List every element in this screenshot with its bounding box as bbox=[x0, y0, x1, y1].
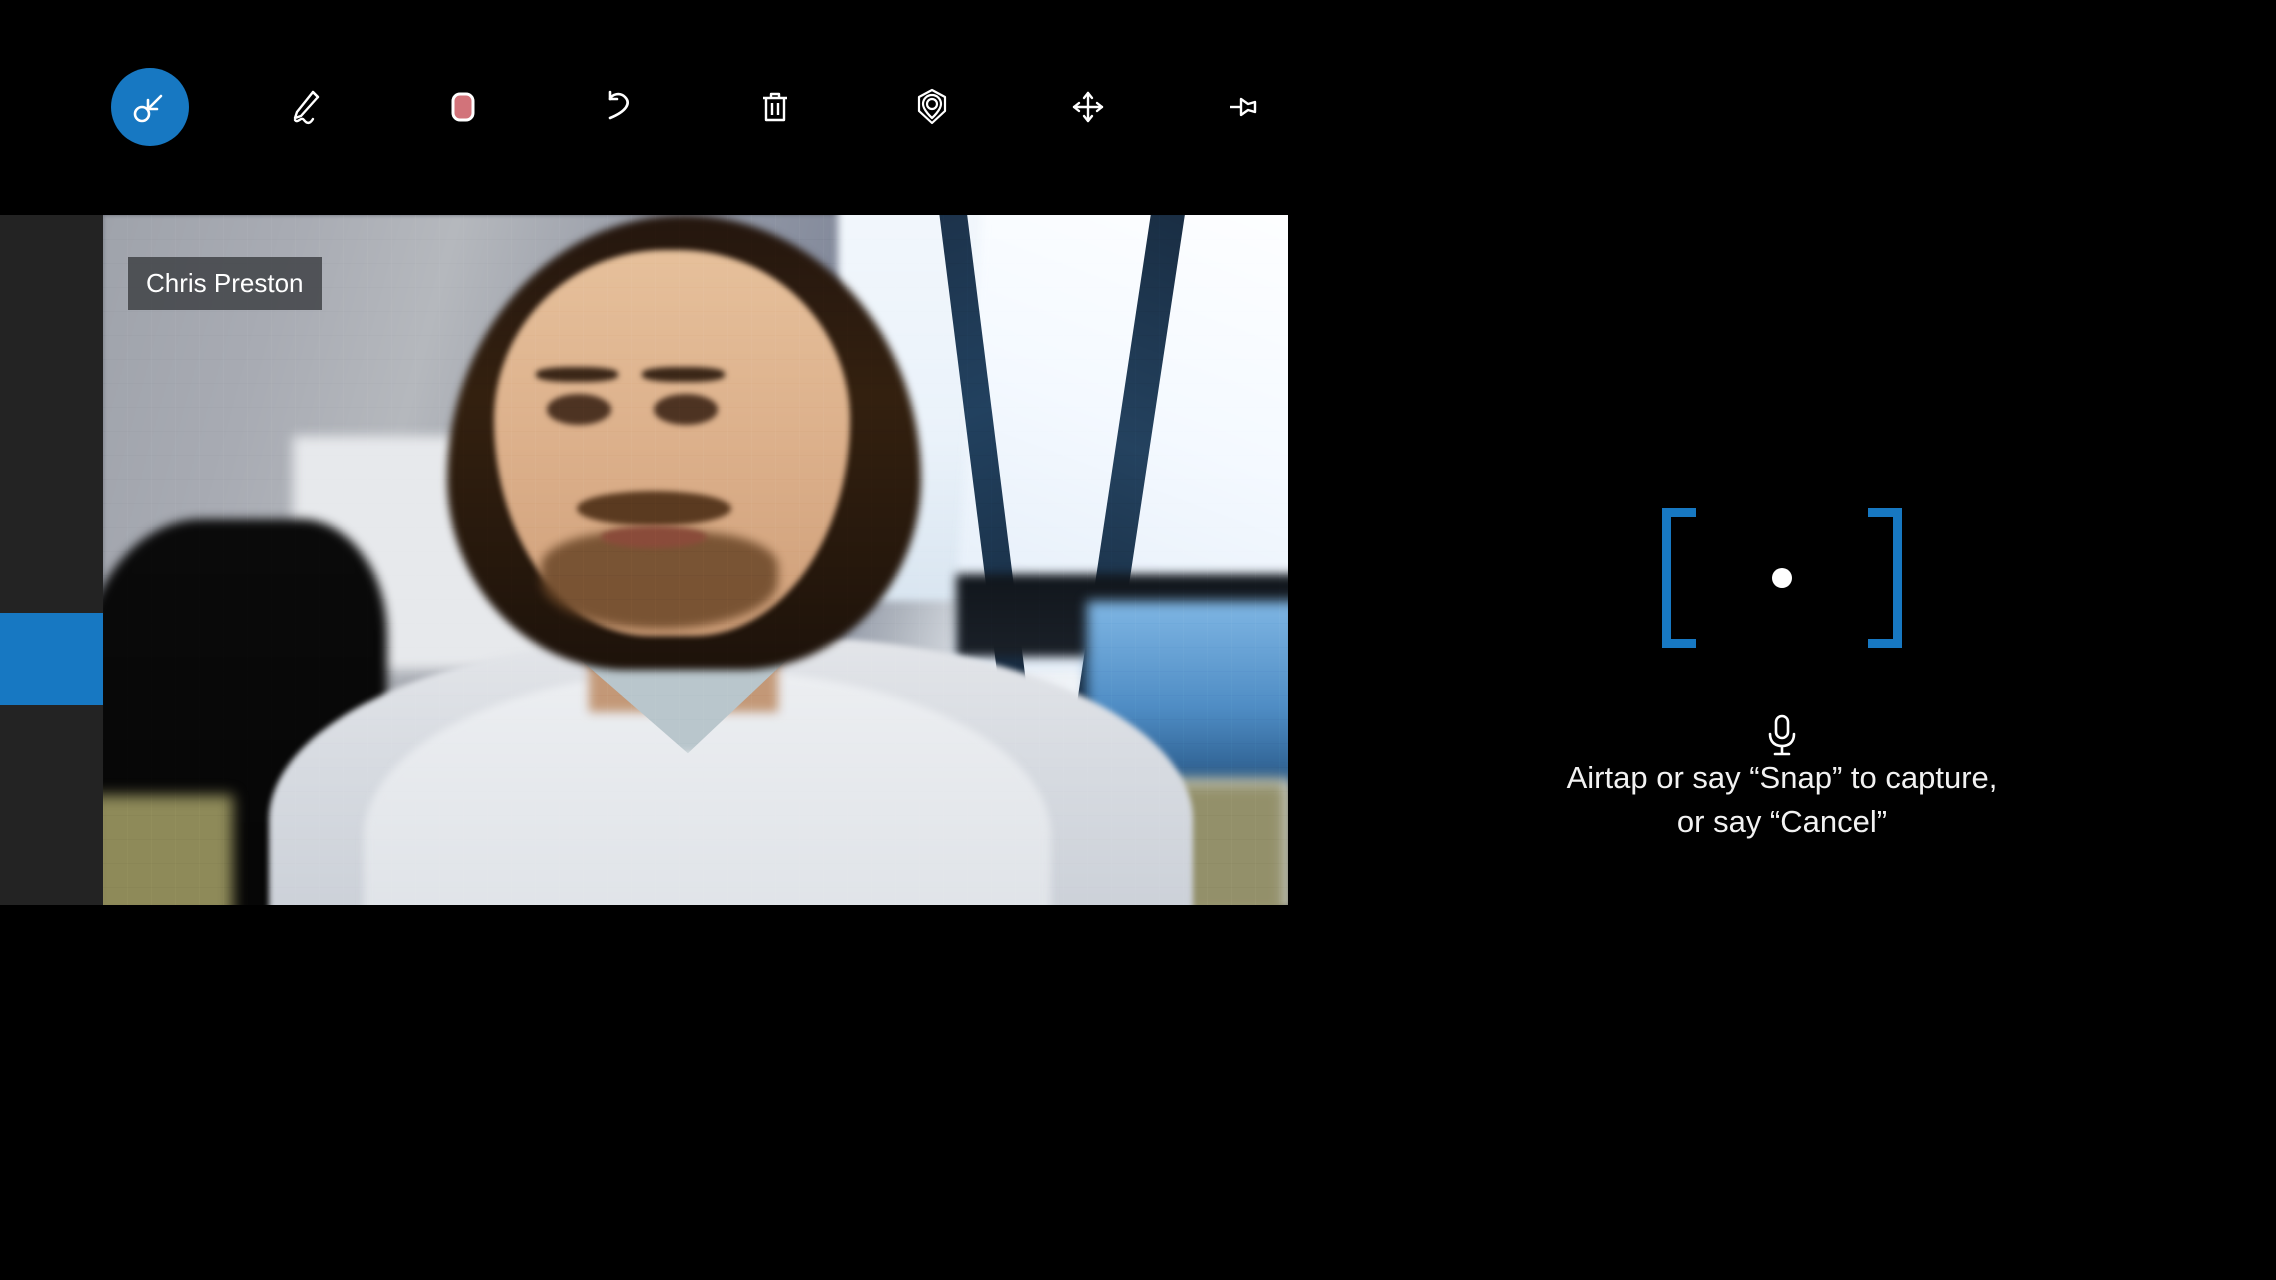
undo-icon bbox=[597, 85, 641, 129]
place-hologram-icon bbox=[128, 85, 172, 129]
remote-video-feed[interactable]: Chris Preston bbox=[103, 215, 1288, 905]
app-root: Chris Preston Airtap or say “Snap” to ca… bbox=[0, 0, 2276, 1280]
move-arrows-icon bbox=[1066, 85, 1110, 129]
color-swatch-icon bbox=[441, 85, 485, 129]
annotation-toolbar bbox=[0, 0, 1288, 215]
capture-hint-line-2: or say “Cancel” bbox=[1676, 804, 1888, 840]
tool-marker-button[interactable] bbox=[893, 68, 971, 146]
left-rail bbox=[0, 215, 103, 905]
rail-highlight-indicator bbox=[0, 613, 103, 705]
tool-ink-button[interactable] bbox=[267, 68, 345, 146]
video-frame-render bbox=[103, 215, 1288, 905]
tool-pin-button[interactable] bbox=[1205, 68, 1283, 146]
call-control-bar bbox=[0, 905, 1288, 1095]
tool-move-button[interactable] bbox=[1049, 68, 1127, 146]
pushpin-icon bbox=[1222, 85, 1266, 129]
capture-hint-panel: Airtap or say “Snap” to capture, or say … bbox=[1288, 0, 2276, 1280]
location-pin-icon bbox=[910, 85, 954, 129]
pen-icon bbox=[284, 85, 328, 129]
tool-undo-button[interactable] bbox=[580, 68, 658, 146]
participant-name-badge: Chris Preston bbox=[128, 257, 322, 310]
capture-hint-line-1: Airtap or say “Snap” to capture, bbox=[1566, 760, 1998, 795]
capture-hint-text: Airtap or say “Snap” to capture, or say … bbox=[1332, 756, 2232, 844]
tool-color-button[interactable] bbox=[424, 68, 502, 146]
tool-delete-button[interactable] bbox=[736, 68, 814, 146]
tool-place-hologram-button[interactable] bbox=[111, 68, 189, 146]
trash-icon bbox=[753, 85, 797, 129]
gaze-cursor-dot bbox=[1772, 568, 1792, 588]
